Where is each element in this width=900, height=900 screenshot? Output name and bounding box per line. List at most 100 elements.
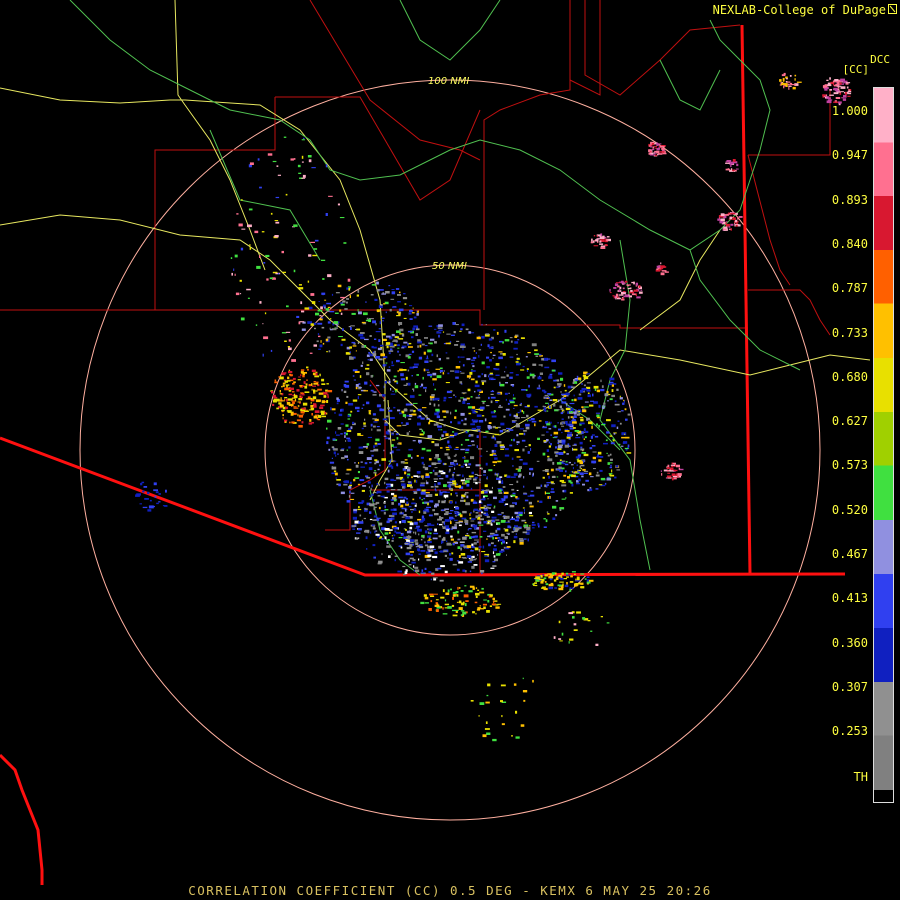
- echo-pixel: [395, 288, 400, 290]
- echo-pixel: [465, 463, 468, 466]
- echo-pixel: [475, 352, 477, 354]
- echo-pixel: [545, 519, 548, 523]
- echo-pixel: [568, 612, 573, 615]
- echo-pixel: [435, 408, 440, 412]
- echo-pixel: [455, 492, 458, 495]
- echo-pixel: [492, 390, 494, 392]
- echo-pixel: [439, 491, 443, 494]
- echo-pixel: [433, 398, 435, 401]
- echo-pixel: [483, 512, 486, 514]
- echo-pixel: [314, 327, 316, 330]
- echo-pixel: [311, 413, 313, 416]
- echo-pixel: [551, 488, 554, 491]
- echo-pixel: [527, 404, 530, 407]
- echo-pixel: [455, 453, 457, 456]
- echo-pixel: [477, 514, 483, 516]
- echo-pixel: [373, 499, 375, 502]
- echo-pixel: [352, 375, 355, 377]
- echo-pixel: [474, 411, 477, 414]
- echo-pixel: [537, 409, 542, 411]
- echo-pixel: [615, 297, 617, 300]
- echo-pixel: [270, 349, 273, 352]
- echo-pixel: [430, 486, 434, 488]
- echo-pixel: [493, 450, 497, 453]
- echo-pixel: [407, 454, 411, 458]
- echo-pixel: [548, 476, 550, 479]
- echo-pixel: [402, 424, 407, 426]
- echo-pixel: [600, 246, 606, 249]
- echo-pixel: [346, 500, 351, 503]
- echo-pixel: [516, 443, 519, 445]
- echo-pixel: [596, 389, 600, 393]
- echo-pixel: [734, 219, 738, 223]
- echo-pixel: [604, 482, 607, 485]
- echo-pixel: [286, 305, 289, 308]
- echo-pixel: [344, 455, 348, 458]
- echo-pixel: [346, 395, 349, 398]
- echo-pixel: [552, 403, 556, 407]
- echo-pixel: [486, 503, 492, 506]
- echo-pixel: [399, 368, 403, 372]
- echo-pixel: [623, 291, 626, 292]
- echo-pixel: [442, 613, 448, 615]
- echo-pixel: [288, 369, 291, 371]
- echo-pixel: [389, 531, 391, 534]
- echo-pixel: [615, 282, 621, 284]
- echo-pixel: [567, 432, 573, 434]
- echo-pixel: [601, 245, 606, 247]
- echo-pixel: [319, 373, 321, 377]
- echo-pixel: [836, 85, 842, 87]
- echo-pixel: [394, 559, 396, 562]
- echo-pixel: [600, 456, 604, 458]
- echo-pixel: [241, 199, 243, 201]
- echo-pixel: [436, 422, 438, 424]
- echo-pixel: [347, 414, 350, 418]
- echo-pixel: [390, 417, 395, 420]
- echo-pixel: [398, 308, 404, 312]
- echo-pixel: [548, 375, 552, 378]
- echo-pixel: [310, 402, 312, 404]
- echo-pixel: [428, 537, 431, 539]
- echo-pixel: [421, 343, 425, 346]
- echo-pixel: [479, 608, 485, 610]
- echo-pixel: [479, 605, 481, 607]
- echo-pixel: [661, 270, 667, 272]
- echo-pixel: [606, 390, 609, 394]
- echo-pixel: [591, 238, 593, 242]
- echo-pixel: [573, 629, 578, 631]
- echo-pixel: [281, 372, 286, 376]
- echo-pixel: [846, 86, 849, 89]
- echo-pixel: [433, 593, 438, 595]
- echo-pixel: [479, 536, 483, 538]
- echo-pixel: [472, 421, 478, 423]
- echo-pixel: [615, 293, 619, 297]
- echo-pixel: [519, 539, 524, 542]
- echo-pixel: [343, 390, 347, 393]
- echo-pixel: [279, 376, 284, 380]
- echo-pixel: [454, 519, 458, 521]
- echo-pixel: [277, 273, 280, 275]
- echo-pixel: [348, 495, 351, 498]
- echo-pixel: [321, 326, 325, 329]
- echo-pixel: [300, 374, 302, 376]
- echo-pixel: [611, 394, 615, 398]
- echo-pixel: [418, 545, 424, 549]
- echo-pixel: [628, 294, 630, 296]
- echo-pixel: [519, 409, 522, 413]
- echo-pixel: [288, 347, 292, 351]
- echo-pixel: [623, 287, 625, 289]
- echo-pixel: [406, 467, 411, 470]
- echo-pixel: [162, 505, 168, 507]
- echo-pixel: [409, 526, 413, 530]
- echo-pixel: [346, 430, 352, 432]
- echo-pixel: [586, 417, 590, 421]
- echo-pixel: [454, 467, 456, 470]
- echo-pixel: [322, 278, 325, 280]
- echo-pixel: [276, 165, 279, 167]
- echo-pixel: [785, 81, 788, 83]
- echo-pixel: [307, 280, 310, 283]
- echo-pixel: [422, 476, 424, 480]
- echo-pixel: [376, 289, 380, 292]
- echo-pixel: [596, 414, 600, 417]
- echo-pixel: [416, 488, 421, 492]
